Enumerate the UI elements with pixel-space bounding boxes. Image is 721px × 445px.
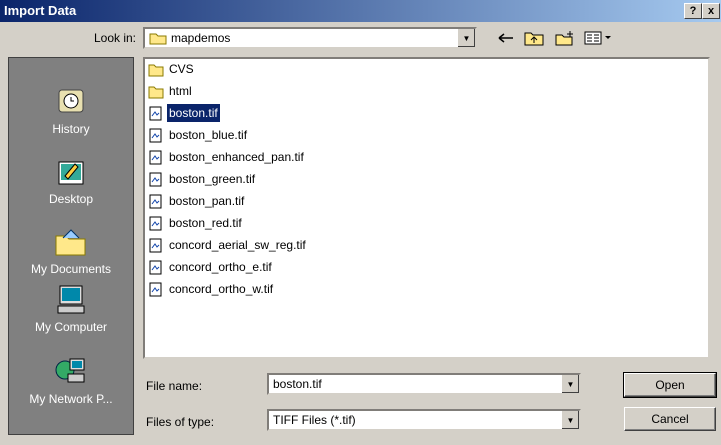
file-item[interactable]: boston_enhanced_pan.tif <box>148 148 306 166</box>
file-item-label: html <box>169 84 192 98</box>
place-desktop-label: Desktop <box>48 192 94 206</box>
look-in-combobox[interactable]: mapdemos ▼ <box>143 27 477 49</box>
file-item-label: boston_red.tif <box>169 216 242 230</box>
cancel-button[interactable]: Cancel <box>624 407 716 431</box>
tif-file-icon <box>148 216 164 231</box>
file-item-label: boston_blue.tif <box>169 128 248 142</box>
up-folder-icon[interactable] <box>523 27 545 49</box>
tif-file-icon <box>148 128 164 143</box>
folder-icon <box>149 33 167 45</box>
file-item[interactable]: boston_pan.tif <box>148 192 246 210</box>
file-item[interactable]: concord_ortho_w.tif <box>148 280 275 298</box>
file-item[interactable]: boston.tif <box>148 104 220 122</box>
file-item-label: concord_ortho_e.tif <box>169 260 272 274</box>
folder-item[interactable]: CVS <box>148 60 196 78</box>
title-bar: Import Data ? x <box>0 0 721 22</box>
my-documents-icon <box>53 226 89 258</box>
file-item[interactable]: boston_green.tif <box>148 170 257 188</box>
close-button[interactable]: x <box>702 3 720 19</box>
my-computer-icon <box>53 284 89 316</box>
file-item[interactable]: boston_blue.tif <box>148 126 249 144</box>
file-item-label: concord_aerial_sw_reg.tif <box>169 238 306 252</box>
file-type-label: Files of type: <box>146 415 215 429</box>
chevron-down-icon[interactable]: ▼ <box>457 29 475 47</box>
place-my-network[interactable]: My Network P... <box>9 356 133 406</box>
file-name-value: boston.tif <box>273 377 322 391</box>
places-bar: History Desktop My Documents My Computer… <box>8 57 134 435</box>
history-icon <box>53 86 89 118</box>
tif-file-icon <box>148 260 164 275</box>
file-item[interactable]: concord_aerial_sw_reg.tif <box>148 236 308 254</box>
tif-file-icon <box>148 238 164 253</box>
folder-item[interactable]: html <box>148 82 194 100</box>
place-desktop[interactable]: Desktop <box>9 156 133 206</box>
file-item-label: concord_ortho_w.tif <box>169 282 274 296</box>
place-my-network-label: My Network P... <box>29 392 113 406</box>
file-item-label: boston_enhanced_pan.tif <box>169 150 304 164</box>
dialog-title: Import Data <box>4 3 77 18</box>
place-my-computer[interactable]: My Computer <box>9 284 133 334</box>
file-type-select[interactable]: TIFF Files (*.tif) ▼ <box>267 409 581 431</box>
look-in-label: Look in: <box>93 31 136 45</box>
tif-file-icon <box>148 282 164 297</box>
place-my-computer-label: My Computer <box>34 320 108 334</box>
place-history[interactable]: History <box>9 86 133 136</box>
view-menu-icon[interactable] <box>583 27 613 49</box>
tif-file-icon <box>148 106 164 121</box>
new-folder-icon[interactable] <box>554 27 576 49</box>
file-item-label: boston_pan.tif <box>169 194 245 208</box>
back-arrow-icon[interactable] <box>495 27 517 49</box>
open-button[interactable]: Open <box>623 372 717 398</box>
help-button[interactable]: ? <box>684 3 702 19</box>
file-item-label: boston_green.tif <box>169 172 256 186</box>
tif-file-icon <box>148 172 164 187</box>
chevron-down-icon[interactable]: ▼ <box>561 411 579 429</box>
file-item[interactable]: concord_ortho_e.tif <box>148 258 274 276</box>
file-name-label: File name: <box>146 379 203 393</box>
file-type-value: TIFF Files (*.tif) <box>273 413 356 427</box>
chevron-down-icon[interactable]: ▼ <box>561 375 579 393</box>
look-in-value: mapdemos <box>171 31 231 45</box>
tif-file-icon <box>148 194 164 209</box>
file-name-field[interactable]: boston.tif ▼ <box>267 373 581 395</box>
file-item-label: CVS <box>169 62 194 76</box>
place-history-label: History <box>52 122 90 136</box>
file-item-label: boston.tif <box>167 104 220 122</box>
tif-file-icon <box>148 150 164 165</box>
place-my-documents[interactable]: My Documents <box>9 226 133 276</box>
folder-icon <box>148 84 164 99</box>
desktop-icon <box>53 156 89 188</box>
network-icon <box>53 356 89 388</box>
file-item[interactable]: boston_red.tif <box>148 214 244 232</box>
file-list[interactable]: CVS html boston.tif boston_blue.tif boston_e… <box>143 57 710 359</box>
place-my-documents-label: My Documents <box>30 262 112 276</box>
folder-icon <box>148 62 164 77</box>
